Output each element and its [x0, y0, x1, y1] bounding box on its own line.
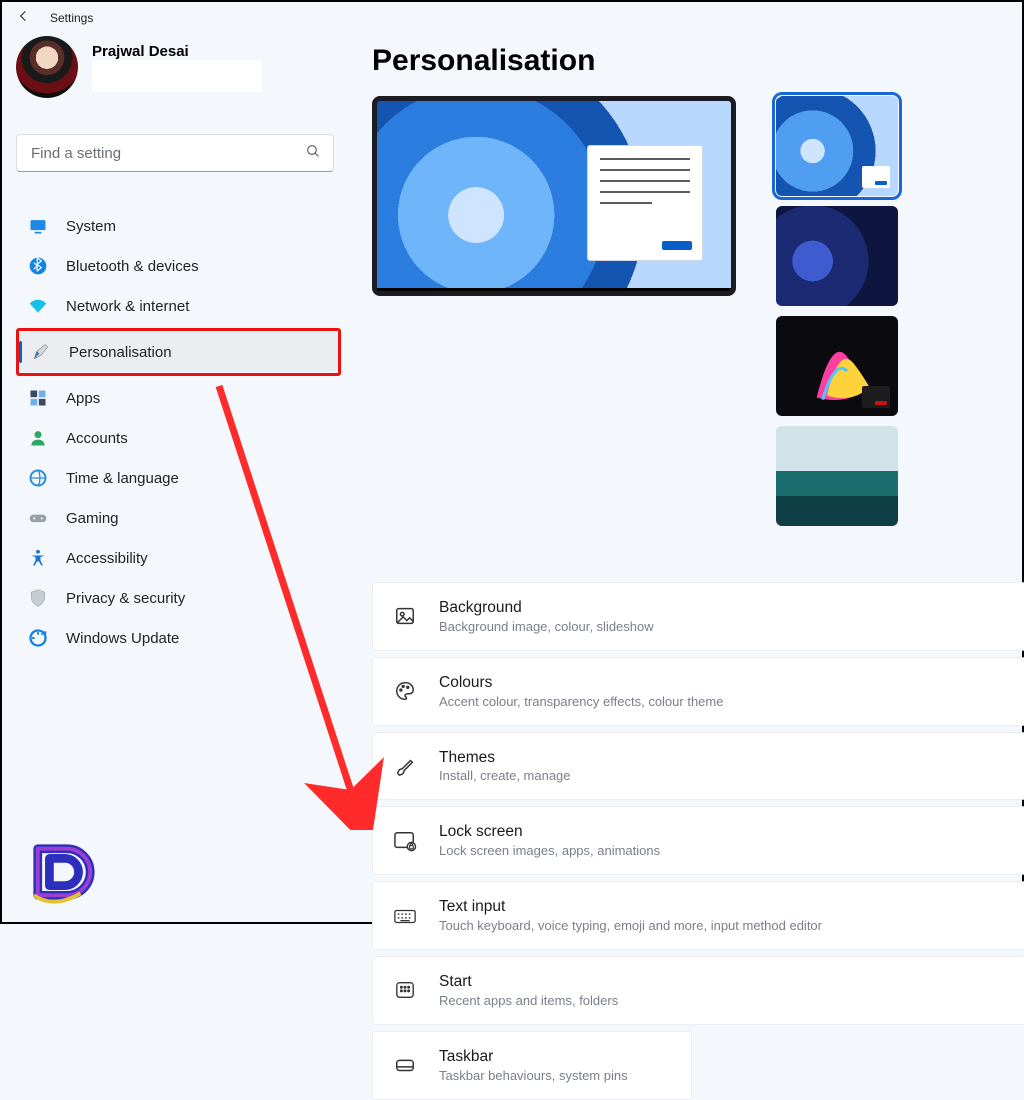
- row-subtitle: Accent colour, transparency effects, col…: [439, 694, 723, 709]
- search-icon: [305, 143, 321, 164]
- sidebar-item-personalisation[interactable]: Personalisation: [19, 332, 338, 372]
- row-title: Text input: [439, 898, 822, 916]
- sidebar-item-update[interactable]: Windows Update: [16, 618, 341, 658]
- row-background[interactable]: Background Background image, colour, sli…: [372, 582, 1024, 651]
- theme-thumb-1[interactable]: [776, 96, 898, 196]
- profile-block[interactable]: Prajwal Desai: [16, 36, 346, 98]
- sidebar-item-accounts[interactable]: Accounts: [16, 418, 341, 458]
- theme-thumb-4[interactable]: [776, 426, 898, 526]
- user-email-hidden: [92, 60, 262, 92]
- search-input[interactable]: [29, 144, 289, 163]
- sidebar-item-bluetooth[interactable]: Bluetooth & devices: [16, 246, 341, 286]
- sidebar-item-label: Accounts: [66, 430, 128, 447]
- row-textinput[interactable]: Text input Touch keyboard, voice typing,…: [372, 881, 1024, 950]
- sidebar-item-network[interactable]: Network & internet: [16, 286, 341, 326]
- lockscreen-icon: [393, 829, 417, 853]
- sidebar-item-label: Bluetooth & devices: [66, 258, 199, 275]
- sidebar-item-gaming[interactable]: Gaming: [16, 498, 341, 538]
- row-subtitle: Touch keyboard, voice typing, emoji and …: [439, 918, 822, 933]
- main-panel: Personalisation: [372, 44, 1022, 1100]
- window-title: Settings: [50, 11, 93, 25]
- monitor-icon: [28, 216, 48, 236]
- sidebar-nav: System Bluetooth & devices Network & int…: [16, 206, 341, 658]
- accessibility-icon: [28, 548, 48, 568]
- keyboard-icon: [393, 904, 417, 928]
- gamepad-icon: [28, 508, 48, 528]
- apps-icon: [28, 388, 48, 408]
- row-title: Colours: [439, 674, 723, 692]
- sidebar-item-label: Time & language: [66, 470, 179, 487]
- row-themes[interactable]: Themes Install, create, manage: [372, 732, 1024, 801]
- sidebar-item-label: Personalisation: [69, 344, 172, 361]
- person-icon: [28, 428, 48, 448]
- row-subtitle: Lock screen images, apps, animations: [439, 843, 660, 858]
- search-box[interactable]: [16, 134, 334, 172]
- sidebar-item-time-language[interactable]: Time & language: [16, 458, 341, 498]
- sidebar-item-label: Privacy & security: [66, 590, 185, 607]
- avatar: [16, 36, 78, 98]
- page-title: Personalisation: [372, 44, 1022, 78]
- sidebar-item-label: Accessibility: [66, 550, 148, 567]
- globe-clock-icon: [28, 468, 48, 488]
- row-start[interactable]: Start Recent apps and items, folders: [372, 956, 1024, 1025]
- theme-preview-large: [372, 96, 736, 296]
- row-title: Taskbar: [439, 1048, 628, 1066]
- paintbrush-icon: [31, 342, 51, 362]
- sidebar-item-apps[interactable]: Apps: [16, 378, 341, 418]
- shield-icon: [28, 588, 48, 608]
- row-subtitle: Install, create, manage: [439, 768, 571, 783]
- row-title: Lock screen: [439, 823, 660, 841]
- theme-thumb-2[interactable]: [776, 206, 898, 306]
- sidebar: Prajwal Desai System Bluetooth & devices: [16, 36, 346, 658]
- update-icon: [28, 628, 48, 648]
- palette-icon: [393, 679, 417, 703]
- sidebar-item-system[interactable]: System: [16, 206, 341, 246]
- back-icon[interactable]: [16, 8, 32, 29]
- row-title: Themes: [439, 749, 571, 767]
- sidebar-item-label: Network & internet: [66, 298, 189, 315]
- sidebar-item-label: Gaming: [66, 510, 119, 527]
- theme-thumbnail-grid: [776, 96, 1022, 526]
- window-header: Settings: [2, 2, 1022, 30]
- sidebar-item-accessibility[interactable]: Accessibility: [16, 538, 341, 578]
- start-icon: [393, 978, 417, 1002]
- watermark-badge: [24, 838, 102, 908]
- row-taskbar[interactable]: Taskbar Taskbar behaviours, system pins: [372, 1031, 692, 1100]
- sidebar-item-privacy[interactable]: Privacy & security: [16, 578, 341, 618]
- sidebar-item-label: Windows Update: [66, 630, 179, 647]
- settings-list: Background Background image, colour, sli…: [372, 582, 1024, 1100]
- sidebar-item-label: System: [66, 218, 116, 235]
- row-subtitle: Recent apps and items, folders: [439, 993, 618, 1008]
- taskbar-icon: [393, 1053, 417, 1077]
- sidebar-item-label: Apps: [66, 390, 100, 407]
- theme-thumb-3[interactable]: [776, 316, 898, 416]
- row-title: Background: [439, 599, 654, 617]
- preview-notecard: [587, 145, 703, 261]
- row-title: Start: [439, 973, 618, 991]
- user-name: Prajwal Desai: [92, 43, 262, 60]
- picture-icon: [393, 604, 417, 628]
- row-subtitle: Background image, colour, slideshow: [439, 619, 654, 634]
- row-colours[interactable]: Colours Accent colour, transparency effe…: [372, 657, 1024, 726]
- row-lockscreen[interactable]: Lock screen Lock screen images, apps, an…: [372, 806, 1024, 875]
- wifi-icon: [28, 296, 48, 316]
- row-subtitle: Taskbar behaviours, system pins: [439, 1068, 628, 1083]
- bluetooth-icon: [28, 256, 48, 276]
- brush-icon: [393, 754, 417, 778]
